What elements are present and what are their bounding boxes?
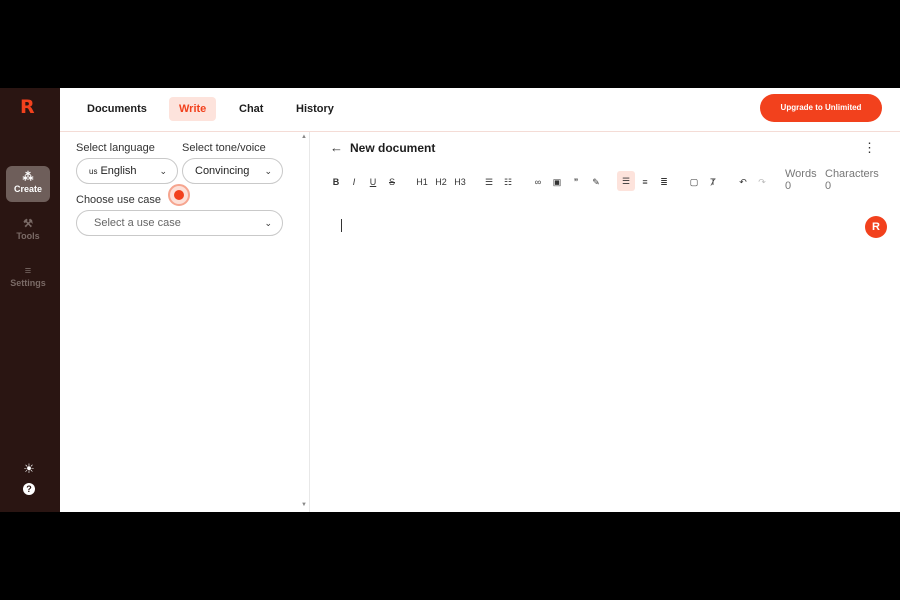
numbered-list-icon[interactable]: ☷ (502, 175, 514, 189)
scroll-up-arrow-icon[interactable]: ▲ (301, 134, 307, 140)
words-label: Words (785, 168, 817, 180)
heading-3-button[interactable]: H3 (453, 175, 467, 189)
align-right-icon[interactable]: ≣ (658, 175, 670, 189)
word-counter: Words 0 (785, 168, 817, 192)
more-options-icon[interactable]: ⋮ (863, 140, 876, 156)
align-center-icon[interactable]: ≡ (639, 175, 651, 189)
link-icon[interactable]: ∞ (532, 175, 544, 189)
help-icon[interactable]: ? (23, 483, 35, 495)
chevron-down-icon: ⌄ (264, 166, 272, 176)
tone-value: Convincing (195, 165, 250, 177)
upgrade-button[interactable]: Upgrade to Unlimited (760, 94, 882, 122)
tab-chat[interactable]: Chat (229, 97, 273, 121)
characters-label: Characters (825, 168, 879, 180)
italic-button[interactable]: I (350, 175, 358, 189)
sidebar-item-create[interactable]: ⁂ Create (6, 166, 50, 202)
undo-icon[interactable]: ↶ (737, 175, 749, 189)
clear-format-icon[interactable]: Ⱦ (707, 175, 719, 189)
strikethrough-button[interactable]: S (387, 175, 397, 189)
tab-write[interactable]: Write (169, 97, 217, 121)
top-navigation: Documents Write Chat History Upgrade to … (60, 88, 900, 132)
bold-button[interactable]: B (331, 175, 341, 189)
wrench-icon: ⚒ (23, 218, 33, 230)
use-case-select[interactable]: Select a use case ⌄ (76, 210, 283, 236)
underline-button[interactable]: U (368, 175, 378, 189)
record-indicator-icon[interactable] (168, 184, 190, 206)
character-counter: Characters 0 (825, 168, 879, 192)
tab-documents[interactable]: Documents (77, 97, 157, 121)
sidebar-item-settings[interactable]: ≡ Settings (6, 260, 50, 296)
language-label: Select language (76, 142, 155, 154)
quote-icon[interactable]: ” (570, 175, 582, 189)
highlight-pen-icon[interactable]: ✎ (590, 175, 602, 189)
settings-panel: ▲ Select language Select tone/voice us En… (60, 132, 310, 512)
language-select[interactable]: us English ⌄ (76, 158, 178, 184)
bullet-list-icon[interactable]: ☰ (483, 175, 495, 189)
chevron-down-icon: ⌄ (264, 218, 272, 228)
language-value: English (100, 165, 137, 177)
scroll-down-arrow-icon[interactable]: ▼ (301, 502, 307, 508)
sliders-icon: ≡ (24, 265, 32, 277)
sparkle-icon: ⁂ (22, 171, 34, 183)
use-case-label: Choose use case (76, 194, 161, 206)
app-window: R ⁂ Create ⚒ Tools ≡ Settings ☀ ? Docume… (0, 88, 900, 512)
heading-1-button[interactable]: H1 (415, 175, 429, 189)
tone-select[interactable]: Convincing ⌄ (182, 158, 283, 184)
sidebar-item-label: Settings (10, 278, 46, 288)
sun-icon[interactable]: ☀ (20, 461, 38, 479)
us-flag-icon: us (89, 167, 98, 176)
embed-frame-icon[interactable]: ▢ (688, 175, 700, 189)
sidebar-item-label: Create (13, 184, 42, 194)
sidebar: R ⁂ Create ⚒ Tools ≡ Settings ☀ ? (0, 88, 60, 512)
assistant-fab-button[interactable]: R (865, 216, 887, 238)
characters-value: 0 (825, 180, 832, 192)
sidebar-item-tools[interactable]: ⚒ Tools (6, 213, 50, 249)
brand-logo[interactable]: R (20, 96, 38, 118)
chevron-down-icon: ⌄ (159, 166, 167, 176)
align-left-icon[interactable]: ☰ (617, 171, 635, 191)
heading-2-button[interactable]: H2 (434, 175, 448, 189)
sidebar-item-label: Tools (16, 231, 40, 241)
tab-history[interactable]: History (286, 97, 344, 121)
words-value: 0 (785, 180, 792, 192)
redo-icon[interactable]: ↷ (756, 175, 768, 189)
document-editor: ← New document ⋮ B I U S H1 H2 H3 ☰ ☷ ∞ … (310, 132, 900, 512)
use-case-placeholder: Select a use case (94, 217, 181, 229)
document-title[interactable]: New document (350, 141, 435, 155)
text-cursor[interactable] (341, 219, 342, 232)
tone-label: Select tone/voice (182, 142, 266, 154)
back-arrow-icon[interactable]: ← (330, 140, 343, 155)
image-icon[interactable]: ▣ (551, 175, 563, 189)
